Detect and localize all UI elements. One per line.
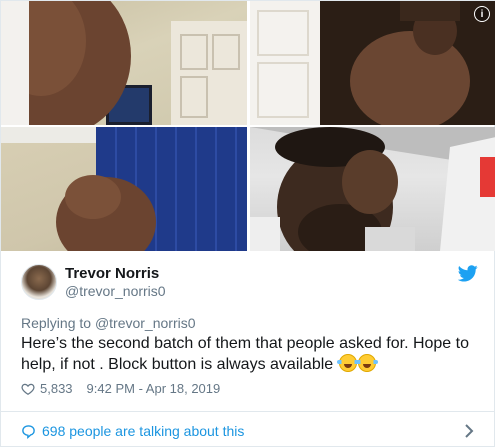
reply-prefix: Replying to [21,315,92,331]
tweet-meta: 5,833 9:42 PM - Apr 18, 2019 [21,381,220,396]
photo-3[interactable] [1,127,247,251]
twitter-bird-icon[interactable] [458,265,478,282]
like-count[interactable]: 5,833 [40,381,73,396]
photo-1-illustration [1,1,247,125]
chevron-right-icon[interactable] [464,424,474,438]
photo-4[interactable] [250,127,495,251]
reply-context: Replying to @trevor_norris0 [21,315,196,331]
reply-mention-link[interactable]: @trevor_norris0 [95,315,196,331]
photo-2-illustration [250,1,495,125]
tweet-text: Here’s the second batch of them that peo… [21,333,481,375]
speech-bubble-icon [22,424,35,439]
display-name[interactable]: Trevor Norris [65,265,159,282]
info-icon[interactable]: i [474,6,490,22]
heart-icon[interactable] [21,382,35,396]
avatar[interactable] [21,264,57,300]
tweet-embed-card: i Trevor Norris @trevor_norris0 Replying… [0,0,495,447]
laughing-emoji-icon [355,354,378,372]
tweet-body: Here’s the second batch of them that peo… [21,335,469,373]
photo-1[interactable] [1,1,247,125]
photo-grid: i [1,1,495,251]
tweet-timestamp[interactable]: 9:42 PM - Apr 18, 2019 [87,381,221,396]
talking-about-text[interactable]: 698 people are talking about this [42,423,244,439]
user-handle[interactable]: @trevor_norris0 [65,283,166,299]
talking-about-link[interactable]: 698 people are talking about this [21,423,244,439]
divider [1,411,495,412]
photo-2[interactable]: i [250,1,495,125]
photo-4-illustration [250,127,495,251]
photo-3-illustration [1,127,247,251]
laughing-emoji-icon [336,354,359,372]
